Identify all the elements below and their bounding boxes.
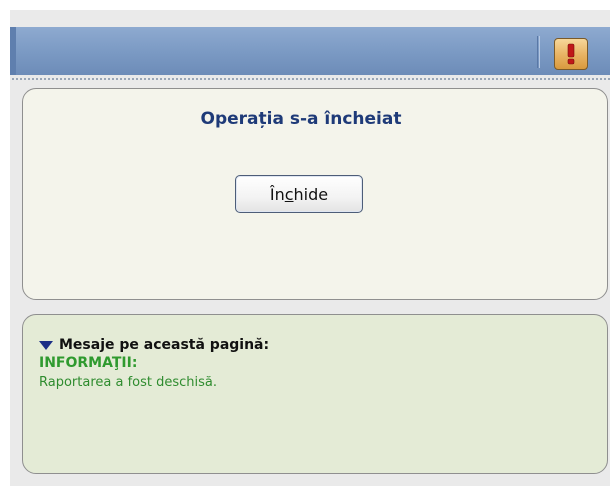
titlebar-separator (537, 36, 540, 68)
status-panel: Operația s-a încheiat În c hide (22, 88, 608, 300)
dialog-titlebar (10, 27, 610, 75)
page-title: Operația s-a încheiat (200, 109, 402, 129)
warning-button[interactable] (554, 38, 588, 70)
info-message: Raportarea a fost deschisă. (39, 375, 218, 390)
close-button-label-start: În (269, 184, 285, 204)
messages-header: Mesaje pe această pagină: (39, 337, 269, 353)
close-button[interactable]: În c hide (235, 175, 363, 213)
titlebar-divider (12, 78, 610, 80)
triangle-down-icon[interactable] (39, 340, 53, 350)
info-label: INFORMAŢII: (39, 355, 138, 371)
messages-panel: Mesaje pe această pagină: INFORMAŢII: Ra… (22, 314, 608, 474)
close-button-label-end: hide (293, 184, 329, 204)
exclamation-icon (567, 43, 575, 65)
close-button-mnemonic: c (284, 184, 294, 204)
messages-header-label: Mesaje pe această pagină: (59, 337, 270, 353)
